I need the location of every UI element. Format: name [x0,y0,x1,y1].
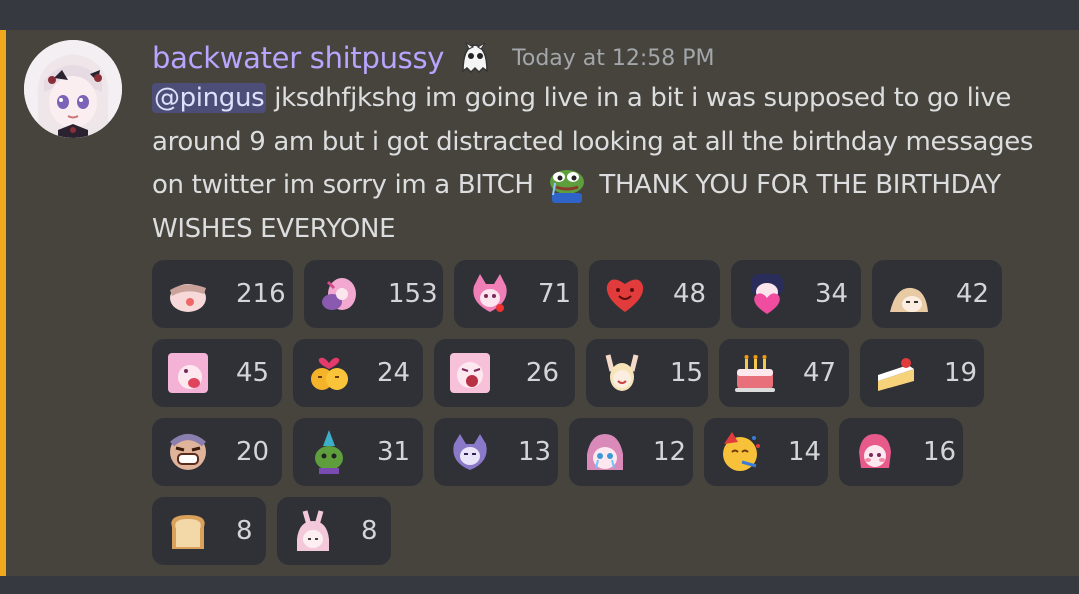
user-mention[interactable]: @pingus [152,83,267,113]
reaction-button[interactable]: 45 [152,339,282,407]
reaction-count: 8 [236,516,253,546]
reaction-button[interactable]: 47 [719,339,849,407]
bread-icon [166,509,210,553]
pink-catgirl-emote-icon [468,272,512,316]
kissing-couple-hearts-icon [307,351,351,395]
reaction-button[interactable]: 26 [434,339,575,407]
reaction-count: 15 [670,358,704,388]
pink-girl-shout-emote-icon [448,351,492,395]
message-content: @pingus jksdhfjkshg im going live in a b… [152,77,1057,251]
reaction-count: 12 [653,437,687,467]
smiling-heart-icon [603,272,647,316]
reaction-count: 20 [236,437,270,467]
reaction-button[interactable]: 71 [454,260,578,328]
reaction-row: 216 153 71 48 34 42 [152,260,1052,328]
purple-catgirl-emote-icon [448,430,492,474]
hand-pinch-emote-icon [166,272,210,316]
reaction-count: 26 [525,358,559,388]
mention-highlight-bar [0,30,6,576]
reaction-count: 216 [236,279,286,309]
reaction-button[interactable]: 42 [872,260,1002,328]
reaction-button[interactable]: 15 [586,339,708,407]
reaction-count: 42 [956,279,990,309]
reaction-count: 16 [923,437,957,467]
reaction-button[interactable]: 12 [569,418,693,486]
ghost-icon [456,39,494,77]
reaction-count: 8 [361,516,378,546]
top-channel-area [0,0,1079,30]
reaction-button[interactable]: 13 [434,418,558,486]
chat-message[interactable]: backwater shitpussy Today at 12:58 PM @p… [0,30,1079,576]
reaction-button[interactable]: 20 [152,418,282,486]
reaction-button[interactable]: 14 [704,418,828,486]
reaction-button[interactable]: 34 [731,260,861,328]
reaction-count: 19 [944,358,978,388]
pepe-cry-icon[interactable] [546,165,588,203]
reaction-count: 153 [388,279,438,309]
peeking-girl-emote-icon [886,272,930,316]
reaction-count: 31 [377,437,411,467]
reaction-count: 13 [518,437,552,467]
reaction-button[interactable]: 19 [860,339,984,407]
reaction-button[interactable]: 8 [277,497,391,565]
reaction-count: 47 [803,358,837,388]
reaction-count: 14 [788,437,822,467]
reaction-row: 20 31 13 12 14 16 [152,418,1052,486]
reaction-button[interactable]: 48 [589,260,720,328]
reaction-count: 34 [815,279,849,309]
reaction-row: 45 24 26 15 47 19 [152,339,1052,407]
anime-girl-hug-emote-icon [318,272,362,316]
crying-girl-emote-icon [583,430,627,474]
pepe-party-hat-icon [307,430,351,474]
birthday-cake-icon [733,351,777,395]
reaction-count: 45 [236,358,270,388]
cheering-girl-emote-icon [600,351,644,395]
shortcake-icon [874,351,918,395]
bunny-girl-emote-icon [291,509,335,553]
reaction-count: 24 [377,358,411,388]
reaction-count: 71 [538,279,572,309]
laughing-man-emote-icon [166,430,210,474]
reaction-button[interactable]: 31 [293,418,423,486]
reaction-count: 48 [673,279,707,309]
reaction-button[interactable]: 216 [152,260,293,328]
reaction-button[interactable]: 8 [152,497,266,565]
pink-girl-tongue-emote-icon [166,351,210,395]
message-timestamp: Today at 12:58 PM [512,45,715,71]
reaction-button[interactable]: 153 [304,260,443,328]
message-header: backwater shitpussy Today at 12:58 PM [152,38,715,78]
reaction-button[interactable]: 16 [839,418,963,486]
reaction-bar: 216 153 71 48 34 42 45 24 26 15 47 19 20… [152,260,1052,576]
girl-holding-heart-emote-icon [745,272,789,316]
bottom-channel-area [0,576,1079,594]
author-username[interactable]: backwater shitpussy [152,41,444,75]
partying-face-icon [718,430,762,474]
reaction-row: 8 8 [152,497,1052,565]
reaction-button[interactable]: 24 [293,339,423,407]
pink-girl-blush-emote-icon [853,430,897,474]
avatar[interactable] [24,40,122,138]
